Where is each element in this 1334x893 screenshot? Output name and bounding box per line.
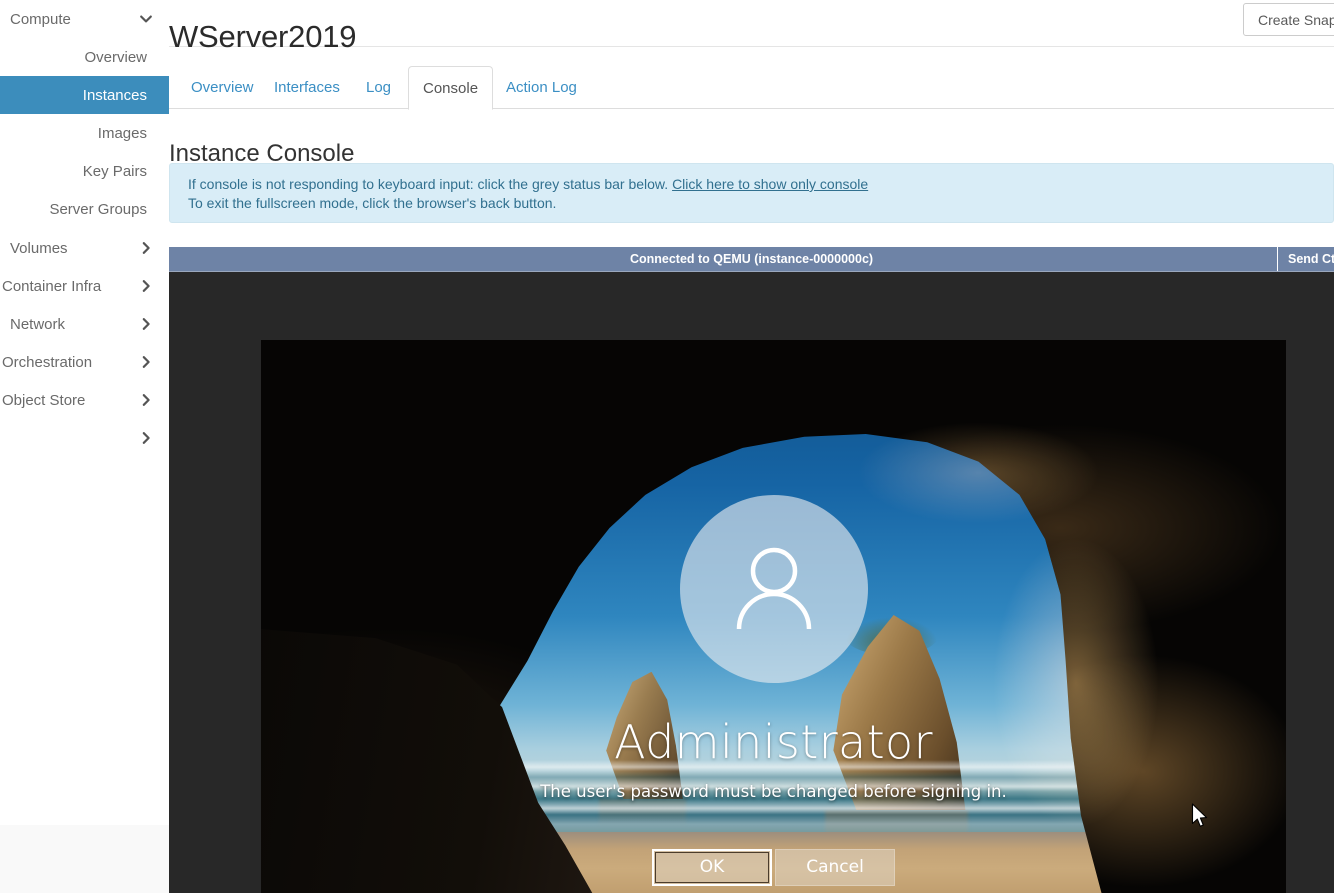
sidebar-group-network-label: Network — [10, 315, 66, 333]
show-only-console-link[interactable]: Click here to show only console — [672, 176, 868, 192]
sidebar-item-instances[interactable]: Instances — [0, 76, 169, 114]
sidebar-group-compute[interactable]: Compute — [0, 0, 169, 38]
vm-username: Administrator — [614, 714, 933, 769]
sidebar-group-orchestration-label: Orchestration — [2, 353, 93, 371]
console-body[interactable]: Administrator The user's password must b… — [169, 272, 1334, 893]
sidebar-group-object-store-label: Object Store — [2, 391, 86, 409]
console-alert: If console is not responding to keyboard… — [169, 163, 1334, 223]
tab-label: Console — [423, 79, 479, 97]
sidebar-group-container-infra-label: Container Infra — [2, 277, 102, 295]
instance-console: Connected to QEMU (instance-0000000c) Se… — [169, 247, 1334, 893]
sidebar-bottom-fill — [0, 825, 169, 893]
person-icon — [722, 537, 826, 641]
page-header: WServer2019 Create Snapshot — [169, 0, 1334, 54]
cancel-button-label: Cancel — [806, 857, 864, 878]
chevron-right-icon — [139, 355, 153, 369]
chevron-down-icon — [139, 12, 153, 26]
avatar — [679, 494, 868, 683]
tab-console[interactable]: Console — [408, 66, 494, 110]
cancel-button[interactable]: Cancel — [775, 848, 895, 886]
sidebar-group-orchestration[interactable]: Orchestration — [0, 343, 169, 381]
app-root: Compute Overview Instances Images Key Pa… — [0, 0, 1334, 893]
vm-screen[interactable]: Administrator The user's password must b… — [261, 340, 1286, 893]
vm-button-row: OK Cancel — [261, 848, 1286, 886]
page-title: WServer2019 — [169, 18, 357, 54]
sidebar-item-overview[interactable]: Overview — [0, 38, 169, 76]
send-ctrl-alt-del-label: Send CtrlAltDel — [1288, 252, 1334, 266]
sidebar: Compute Overview Instances Images Key Pa… — [0, 0, 170, 893]
sidebar-group-object-store[interactable]: Object Store — [0, 381, 169, 419]
sidebar-item-label: Key Pairs — [82, 162, 147, 180]
tab-action-log[interactable]: Action Log — [492, 66, 591, 109]
console-status-bar[interactable]: Connected to QEMU (instance-0000000c) Se… — [169, 247, 1334, 272]
sidebar-group-network[interactable]: Network — [0, 305, 169, 343]
send-ctrl-alt-del-button[interactable]: Send CtrlAltDel — [1277, 247, 1334, 271]
tab-bar: Overview Interfaces Log Console Action L… — [169, 63, 1334, 110]
sidebar-group-container-infra[interactable]: Container Infra — [0, 267, 169, 305]
tab-overview[interactable]: Overview — [177, 66, 268, 109]
tab-interfaces[interactable]: Interfaces — [260, 66, 354, 109]
chevron-right-icon — [139, 241, 153, 255]
sidebar-group-extra[interactable] — [0, 419, 169, 457]
chevron-right-icon — [139, 279, 153, 293]
sidebar-group-volumes-label: Volumes — [10, 239, 68, 257]
sidebar-item-label: Server Groups — [49, 200, 147, 218]
sidebar-item-server-groups[interactable]: Server Groups — [0, 190, 169, 228]
tab-label: Interfaces — [274, 79, 340, 96]
tab-label: Log — [366, 79, 392, 96]
create-snapshot-button[interactable]: Create Snapshot — [1243, 3, 1334, 36]
sidebar-group-volumes[interactable]: Volumes — [0, 229, 169, 267]
sidebar-group-compute-label: Compute — [10, 10, 71, 28]
ok-button[interactable]: OK — [652, 848, 772, 886]
vm-password-message: The user's password must be changed befo… — [540, 782, 1007, 802]
sidebar-item-label: Overview — [84, 48, 147, 66]
tab-label: Overview — [191, 79, 254, 96]
sidebar-item-images[interactable]: Images — [0, 114, 169, 152]
tab-label: Action Log — [506, 79, 577, 96]
chevron-right-icon — [139, 393, 153, 407]
chevron-right-icon — [139, 317, 153, 331]
console-status-text: Connected to QEMU (instance-0000000c) — [629, 252, 874, 266]
tab-log[interactable]: Log — [352, 66, 405, 109]
create-snapshot-label: Create Snapshot — [1258, 11, 1334, 28]
alert-line-2: To exit the fullscreen mode, click the b… — [188, 195, 557, 211]
ok-button-label: OK — [699, 857, 725, 878]
sidebar-item-key-pairs[interactable]: Key Pairs — [0, 152, 169, 190]
main-content: WServer2019 Create Snapshot Overview Int… — [169, 0, 1334, 893]
chevron-right-icon — [139, 431, 153, 445]
sidebar-item-label: Instances — [82, 86, 147, 104]
alert-line-1-text: If console is not responding to keyboard… — [188, 176, 669, 192]
sidebar-item-label: Images — [97, 124, 147, 142]
alert-line-1: If console is not responding to keyboard… — [188, 175, 1315, 194]
